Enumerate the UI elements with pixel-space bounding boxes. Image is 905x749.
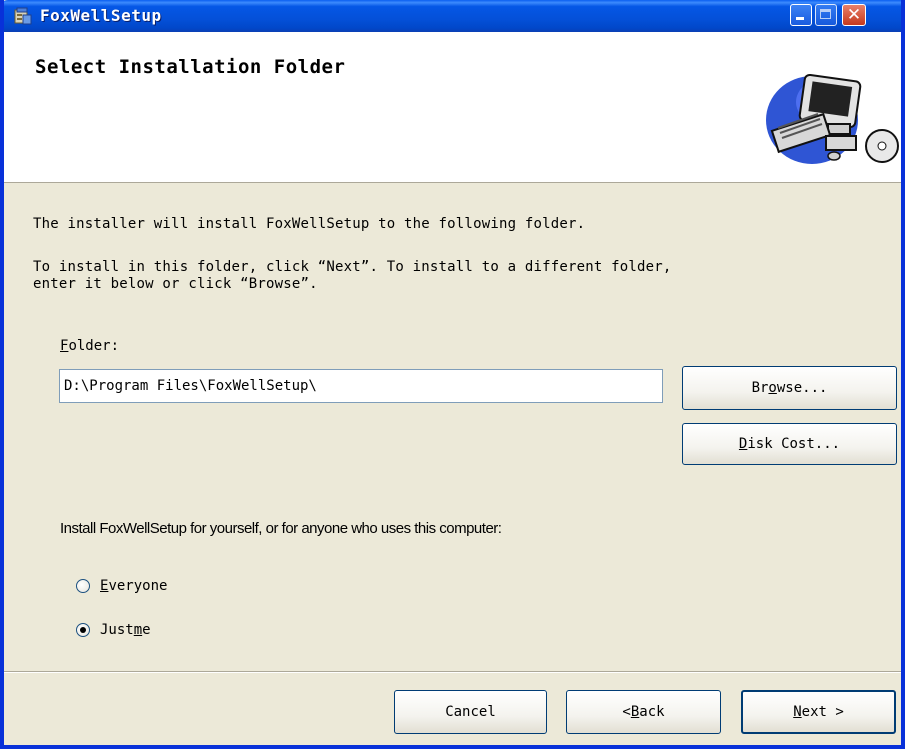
minimize-button[interactable]	[790, 4, 812, 26]
radio-just-me-label-pre: Just	[100, 622, 134, 638]
minimize-icon	[796, 17, 804, 20]
radio-just-me-key: m	[133, 622, 143, 638]
installer-app-icon	[14, 7, 32, 25]
cancel-label: Cancel	[445, 704, 496, 720]
next-label-key: N	[793, 704, 802, 720]
page-title: Select Installation Folder	[35, 56, 346, 78]
browse-label-key: o	[768, 380, 777, 396]
disk-cost-label-key: D	[738, 436, 748, 452]
title-bar[interactable]: FoxWellSetup ✕	[4, 0, 901, 32]
browse-button[interactable]: Br o wse...	[682, 366, 897, 410]
install-for-prompt: Install FoxWellSetup for yourself, or fo…	[60, 520, 502, 537]
disk-cost-button[interactable]: Disk Cost...	[682, 423, 897, 465]
back-label-key: B	[630, 704, 640, 720]
computer-icon	[766, 73, 899, 164]
radio-everyone-label: veryone	[108, 578, 168, 594]
window-title: FoxWellSetup	[40, 6, 162, 25]
radio-everyone-key: E	[100, 578, 109, 594]
disk-cost-label-post: isk Cost...	[747, 436, 841, 452]
folder-label-rest: older:	[68, 338, 120, 354]
cancel-button[interactable]: Cancel	[394, 690, 547, 734]
footer-divider	[4, 671, 901, 673]
intro-text: The installer will install FoxWellSetup …	[33, 216, 586, 232]
back-label-pre: <	[622, 704, 631, 720]
radio-just-me-circle[interactable]	[76, 623, 90, 637]
instructions-text: To install in this folder, click “Next”.…	[33, 259, 672, 292]
installer-window: FoxWellSetup ✕ Select Installation Folde…	[0, 0, 905, 749]
maximize-icon	[820, 9, 831, 19]
folder-path-input[interactable]	[59, 369, 663, 403]
radio-everyone-circle[interactable]	[76, 579, 90, 593]
folder-label: Folder:	[60, 338, 119, 354]
maximize-button[interactable]	[815, 4, 837, 26]
radio-just-me-label-rest: e	[142, 622, 151, 638]
back-label-post: ack	[639, 704, 665, 720]
radio-everyone[interactable]: Everyone	[76, 578, 167, 594]
close-button[interactable]: ✕	[842, 4, 866, 26]
next-label-post: ext >	[801, 704, 844, 720]
close-icon: ✕	[846, 5, 862, 25]
next-button[interactable]: Next >	[741, 690, 896, 734]
radio-just-me[interactable]: Just me	[76, 622, 151, 638]
back-button[interactable]: < Back	[566, 690, 721, 734]
browse-label-pre: Br	[751, 380, 769, 396]
browse-label-post: wse...	[776, 380, 828, 396]
